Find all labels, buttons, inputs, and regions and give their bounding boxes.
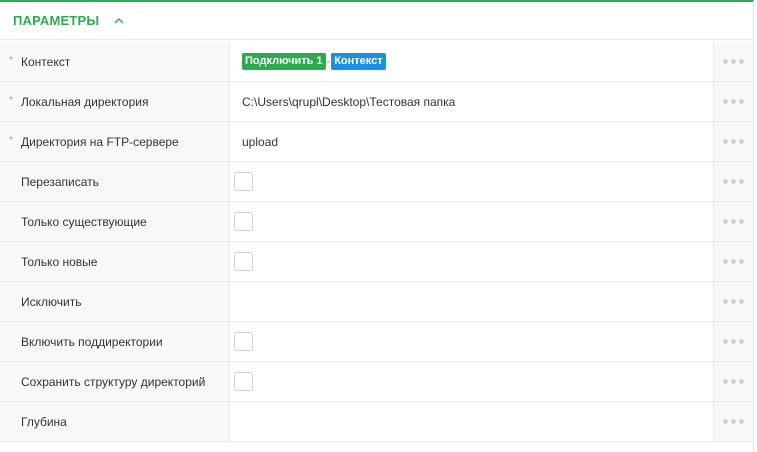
context-tag-context[interactable]: Контекст bbox=[331, 53, 386, 70]
param-label-cell: Включить поддиректории bbox=[0, 322, 230, 361]
depth-field[interactable] bbox=[230, 402, 714, 441]
only-new-checkbox[interactable] bbox=[234, 252, 253, 271]
param-label-cell: Глубина bbox=[0, 402, 230, 441]
param-label: Только существующие bbox=[21, 214, 147, 229]
more-horizontal-icon bbox=[722, 99, 744, 104]
param-label: Локальная директория bbox=[21, 94, 149, 109]
param-label: Сохранить структуру директорий bbox=[21, 374, 206, 389]
keep-structure-checkbox[interactable] bbox=[234, 372, 253, 391]
param-label: Перезаписать bbox=[21, 174, 99, 189]
row-actions-button[interactable] bbox=[714, 322, 752, 361]
parameters-panel: ПАРАМЕТРЫ * Контекст Подключить 1 - Конт… bbox=[0, 0, 754, 452]
row-actions-button[interactable] bbox=[714, 42, 752, 81]
row-actions-button[interactable] bbox=[714, 202, 752, 241]
param-row-ftp-dir: * Директория на FTP-сервере upload bbox=[0, 122, 752, 162]
param-row-include-subdirs: Включить поддиректории bbox=[0, 322, 752, 362]
overwrite-checkbox[interactable] bbox=[234, 172, 253, 191]
row-actions-button[interactable] bbox=[714, 282, 752, 321]
panel-header[interactable]: ПАРАМЕТРЫ bbox=[0, 2, 753, 40]
param-value-context[interactable]: Подключить 1 - Контекст bbox=[230, 42, 714, 81]
param-value-cell bbox=[230, 202, 714, 241]
required-marker: * bbox=[9, 95, 13, 106]
include-subdirs-checkbox[interactable] bbox=[234, 332, 253, 351]
row-actions-button[interactable] bbox=[714, 362, 752, 401]
param-row-only-existing: Только существующие bbox=[0, 202, 752, 242]
param-label-cell: Исключить bbox=[0, 282, 230, 321]
param-value-cell bbox=[230, 242, 714, 281]
more-horizontal-icon bbox=[722, 379, 744, 384]
param-label: Директория на FTP-сервере bbox=[21, 134, 179, 149]
param-label: Глубина bbox=[21, 414, 67, 429]
row-actions-button[interactable] bbox=[714, 122, 752, 161]
more-horizontal-icon bbox=[722, 219, 744, 224]
param-row-context: * Контекст Подключить 1 - Контекст bbox=[0, 42, 752, 82]
param-label-cell: * Локальная директория bbox=[0, 82, 230, 121]
param-row-overwrite: Перезаписать bbox=[0, 162, 752, 202]
row-actions-button[interactable] bbox=[714, 402, 752, 441]
more-horizontal-icon bbox=[722, 259, 744, 264]
param-label-cell: Только новые bbox=[0, 242, 230, 281]
param-value-cell bbox=[230, 162, 714, 201]
row-actions-button[interactable] bbox=[714, 242, 752, 281]
row-actions-button[interactable] bbox=[714, 162, 752, 201]
chevron-up-icon[interactable] bbox=[113, 15, 125, 27]
local-dir-field[interactable]: C:\Users\qrupl\Desktop\Тестовая папка bbox=[230, 82, 714, 121]
param-label: Исключить bbox=[21, 294, 82, 309]
context-tag-connection[interactable]: Подключить 1 bbox=[242, 53, 326, 70]
row-actions-button[interactable] bbox=[714, 82, 752, 121]
param-label: Только новые bbox=[21, 254, 98, 269]
param-value-cell bbox=[230, 362, 714, 401]
param-value-cell bbox=[230, 322, 714, 361]
param-label-cell: Перезаписать bbox=[0, 162, 230, 201]
parameters-list: * Контекст Подключить 1 - Контекст * Лок… bbox=[0, 42, 752, 442]
required-marker: * bbox=[9, 135, 13, 146]
param-label-cell: * Директория на FTP-сервере bbox=[0, 122, 230, 161]
param-row-exclude: Исключить bbox=[0, 282, 752, 322]
more-horizontal-icon bbox=[722, 339, 744, 344]
tag-separator: - bbox=[326, 55, 331, 68]
param-label-cell: * Контекст bbox=[0, 42, 230, 81]
param-row-local-dir: * Локальная директория C:\Users\qrupl\De… bbox=[0, 82, 752, 122]
more-horizontal-icon bbox=[722, 139, 744, 144]
param-label-cell: Сохранить структуру директорий bbox=[0, 362, 230, 401]
param-label: Контекст bbox=[21, 54, 71, 69]
param-row-keep-structure: Сохранить структуру директорий bbox=[0, 362, 752, 402]
param-row-depth: Глубина bbox=[0, 402, 752, 442]
more-horizontal-icon bbox=[722, 59, 744, 64]
more-horizontal-icon bbox=[722, 179, 744, 184]
exclude-field[interactable] bbox=[230, 282, 714, 321]
panel-title: ПАРАМЕТРЫ bbox=[13, 13, 100, 28]
param-label: Включить поддиректории bbox=[21, 334, 163, 349]
param-label-cell: Только существующие bbox=[0, 202, 230, 241]
more-horizontal-icon bbox=[722, 299, 744, 304]
only-existing-checkbox[interactable] bbox=[234, 212, 253, 231]
ftp-dir-field[interactable]: upload bbox=[230, 122, 714, 161]
param-row-only-new: Только новые bbox=[0, 242, 752, 282]
more-horizontal-icon bbox=[722, 419, 744, 424]
required-marker: * bbox=[9, 55, 13, 66]
